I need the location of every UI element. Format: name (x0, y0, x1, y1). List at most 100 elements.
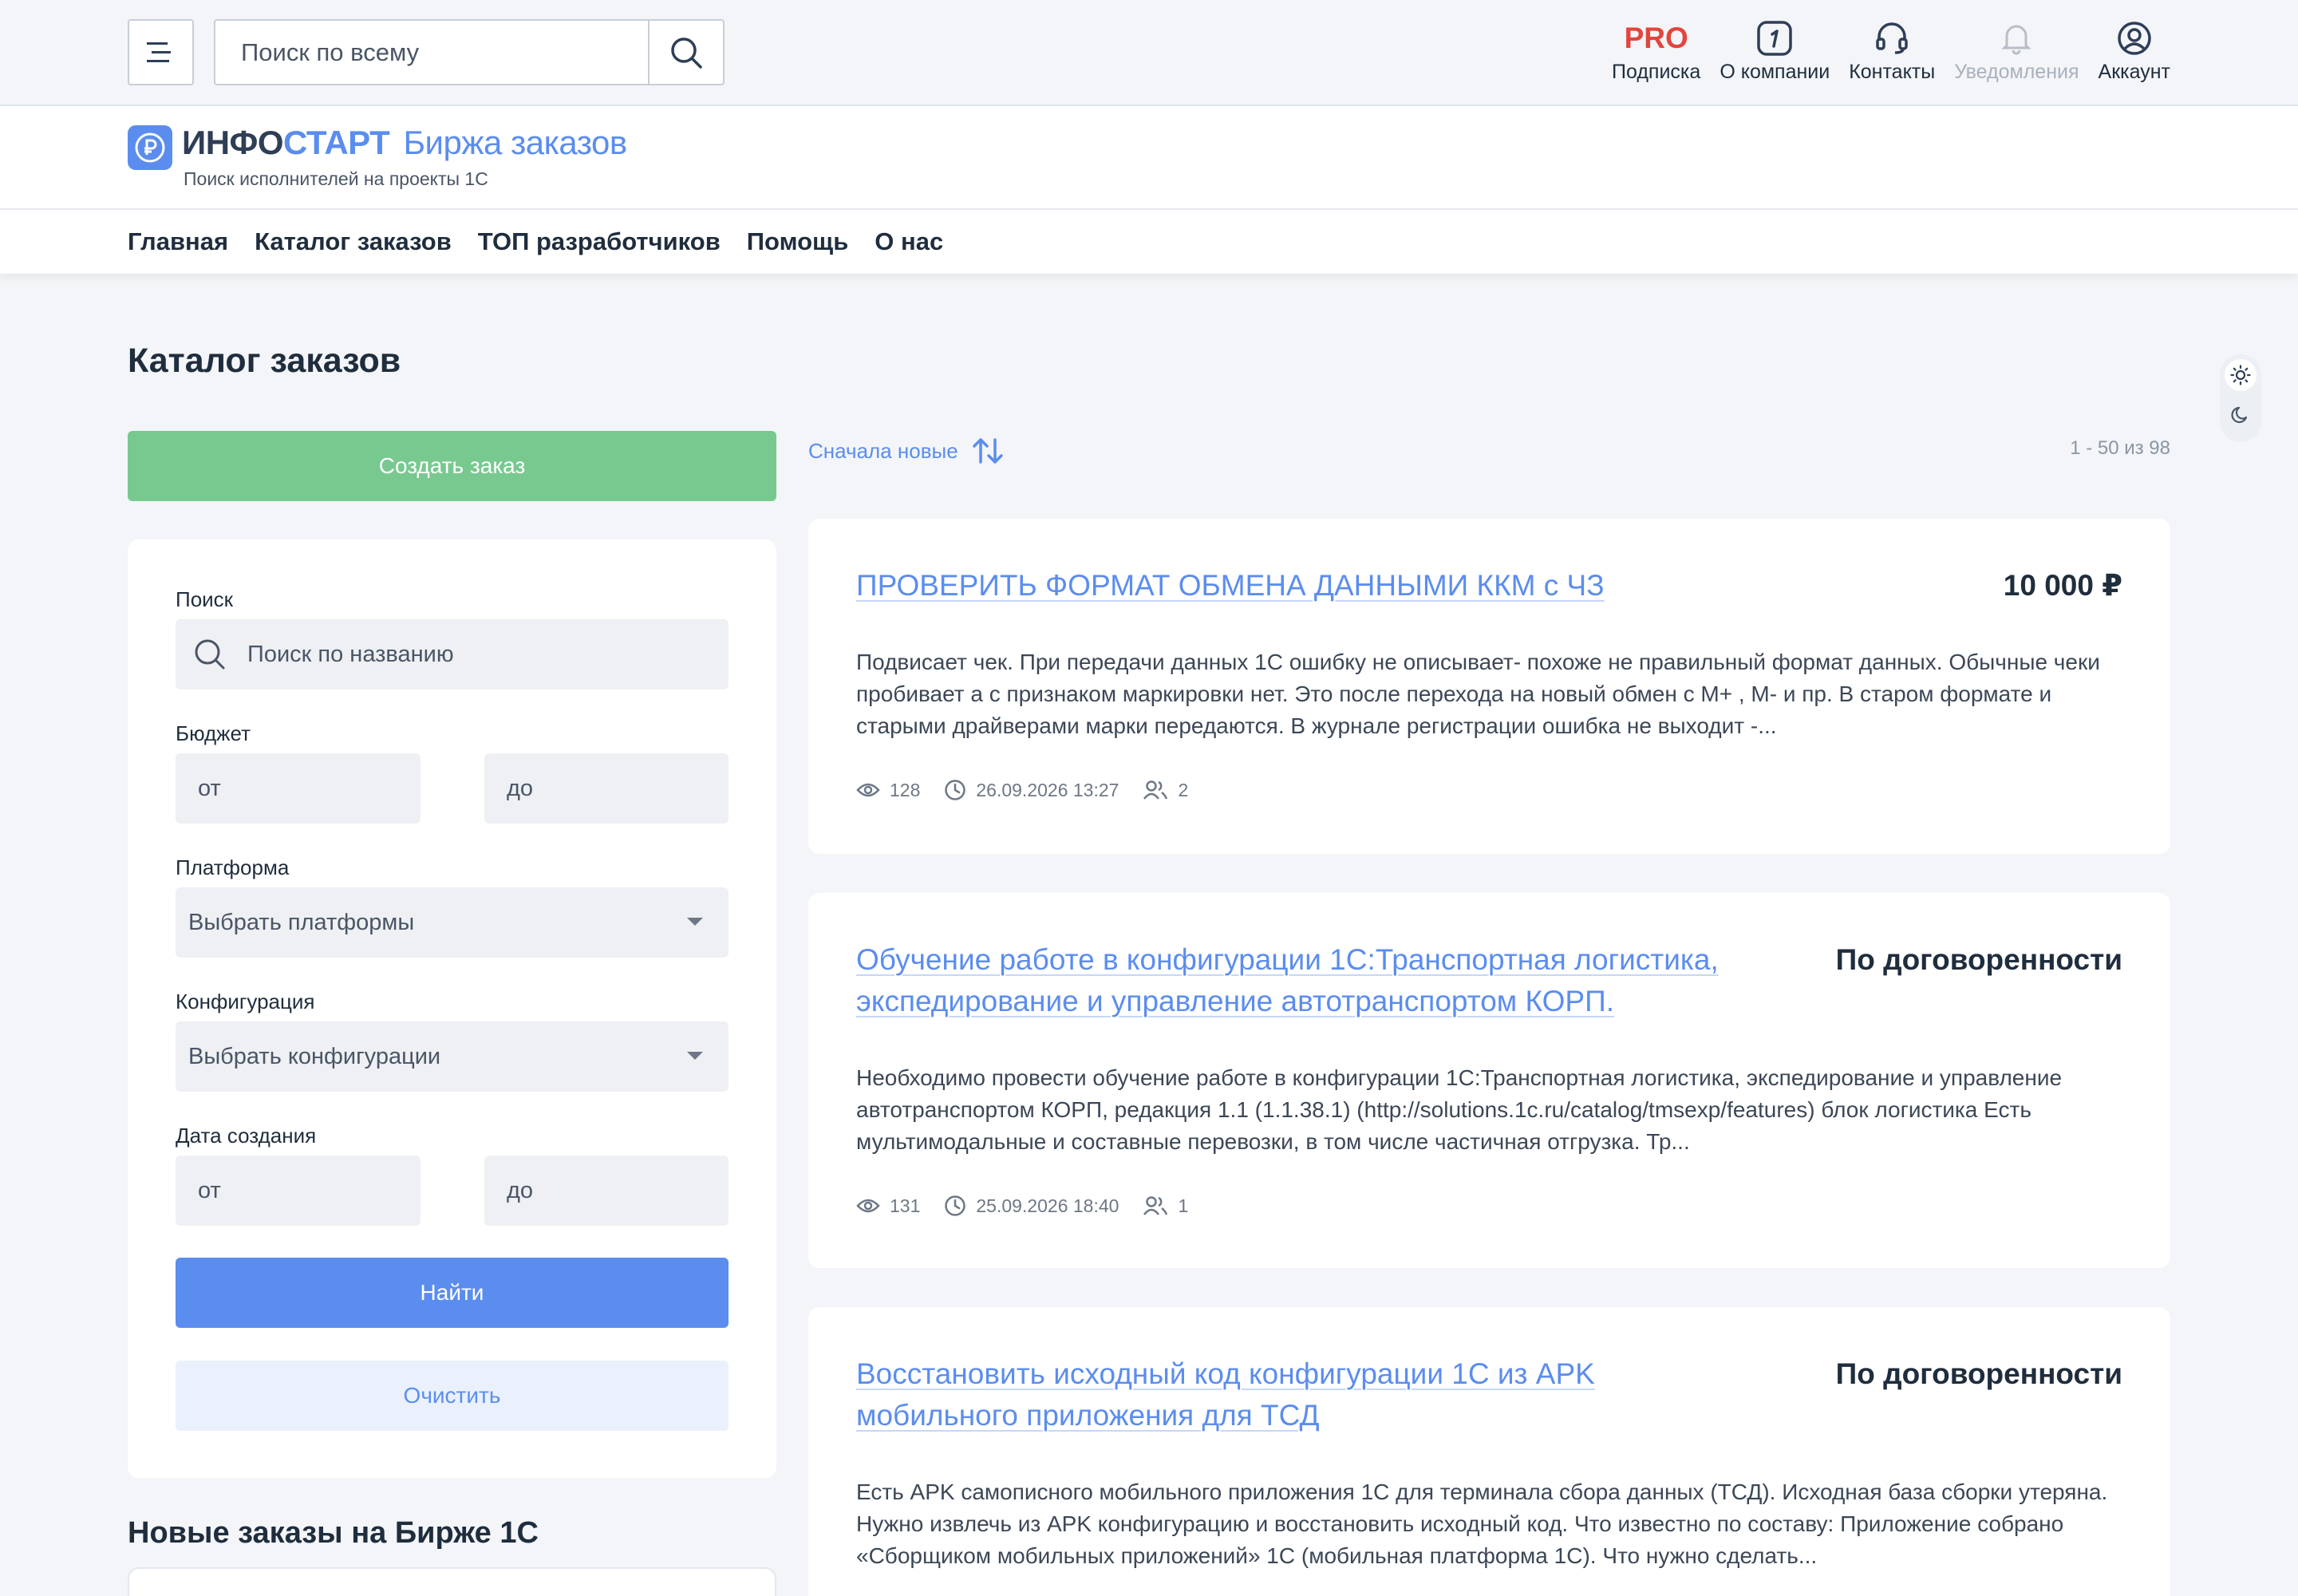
budget-to-input[interactable]: до (484, 753, 728, 824)
budget-from-placeholder: от (198, 775, 221, 801)
pro-label: PRO (1624, 22, 1688, 54)
theme-switch (2220, 354, 2261, 442)
main-nav-home[interactable]: Главная (128, 227, 228, 256)
users-icon (1143, 1196, 1168, 1215)
top-nav-company-label: О компании (1720, 61, 1830, 83)
global-search (214, 19, 725, 85)
new-orders-card (128, 1567, 776, 1596)
main-nav-top-developers[interactable]: ТОП разработчиков (478, 227, 721, 256)
filter-search-label: Поиск (176, 587, 234, 611)
responses-count: 2 (1143, 780, 1188, 801)
sun-icon (2230, 365, 2251, 385)
main-nav-catalog[interactable]: Каталог заказов (255, 227, 452, 256)
clear-button[interactable]: Очистить (176, 1361, 728, 1431)
main-nav-help[interactable]: Помощь (747, 227, 848, 256)
order-price: По договоренности (1835, 943, 2122, 976)
clock-icon (945, 780, 966, 800)
order-title-link[interactable]: Обучение работе в конфигурации 1С:Трансп… (856, 939, 1774, 1022)
top-nav-pro-label: Подписка (1612, 61, 1701, 83)
order-price: 10 000 ₽ (2003, 569, 2122, 602)
brand-name-part2: СТАРТ (283, 124, 390, 161)
main-nav-about[interactable]: О нас (875, 227, 943, 256)
budget-to-placeholder: до (507, 775, 534, 801)
filter-search-placeholder: Поиск по названию (247, 641, 454, 667)
top-nav-company[interactable]: О компании (1720, 18, 1830, 89)
order-card: ПРОВЕРИТЬ ФОРМАТ ОБМЕНА ДАННЫМИ ККМ с ЧЗ… (808, 519, 2170, 854)
views-count: 128 (856, 780, 920, 801)
main-nav: Главная Каталог заказов ТОП разработчико… (0, 210, 2298, 274)
top-nav-account-label: Аккаунт (2098, 61, 2170, 83)
brand-subtitle: Биржа заказов (403, 124, 627, 161)
views-count: 131 (856, 1195, 920, 1217)
headset-icon (1876, 22, 1908, 54)
sort-arrows-icon (972, 438, 1003, 464)
order-meta: 131 25.09.2026 18:40 1 (856, 1195, 1212, 1217)
top-nav-account[interactable]: Аккаунт (2099, 18, 2170, 89)
filter-search-field[interactable]: Поиск по названию (176, 619, 728, 689)
bell-icon (2001, 25, 2031, 55)
brand-name-part1: ИНФО (182, 124, 284, 161)
menu-button[interactable] (128, 19, 194, 85)
order-card: Восстановить исходный код конфигурации 1… (808, 1307, 2170, 1596)
filter-config-label: Конфигурация (176, 990, 315, 1013)
responses-value: 2 (1178, 779, 1189, 800)
eye-icon (856, 1199, 880, 1213)
find-button[interactable]: Найти (176, 1258, 728, 1328)
global-search-input[interactable] (215, 21, 650, 84)
date-from-placeholder: от (198, 1177, 221, 1203)
hamburger-icon (146, 41, 171, 62)
date-value: 26.09.2026 13:27 (976, 779, 1119, 800)
new-orders-title: Новые заказы на Бирже 1С (128, 1516, 539, 1550)
order-card: Обучение работе в конфигурации 1С:Трансп… (808, 893, 2170, 1268)
responses-value: 1 (1178, 1195, 1189, 1216)
platform-select-value: Выбрать платформы (188, 909, 415, 935)
infostart-badge-icon (1757, 21, 1793, 56)
top-bar: PRO Подписка О компании Контакты (0, 0, 2298, 106)
order-price: По договоренности (1835, 1357, 2122, 1390)
filter-date-label: Дата создания (176, 1124, 317, 1148)
order-description: Необходимо провести обучение работе в ко… (856, 1065, 2063, 1154)
views-value: 131 (890, 1195, 921, 1216)
top-nav-notifications-label: Уведомления (1954, 61, 2079, 83)
configuration-select-value: Выбрать конфигурации (188, 1043, 441, 1069)
order-title-link[interactable]: ПРОВЕРИТЬ ФОРМАТ ОБМЕНА ДАННЫМИ ККМ с ЧЗ (856, 565, 1774, 606)
filter-panel: Поиск Поиск по названию Бюджет от до Пла… (128, 539, 776, 1478)
top-nav-contacts[interactable]: Контакты (1849, 18, 1935, 89)
user-circle-icon (2118, 22, 2151, 55)
top-nav-contacts-label: Контакты (1849, 61, 1936, 83)
page-title: Каталог заказов (128, 342, 401, 380)
date-from-input[interactable]: от (176, 1156, 421, 1226)
top-nav: PRO Подписка О компании Контакты Уведомл… (1593, 18, 2170, 89)
budget-from-input[interactable]: от (176, 753, 421, 824)
sort-label: Сначала новые (808, 438, 958, 463)
infostart-logo-icon[interactable] (128, 125, 172, 170)
search-icon (671, 37, 702, 69)
top-nav-notifications[interactable]: Уведомления (1954, 18, 2079, 89)
users-icon (1143, 780, 1168, 800)
filter-budget-label: Бюджет (176, 721, 251, 745)
date-value: 25.09.2026 18:40 (976, 1195, 1119, 1216)
brand-bar: ИНФОСТАРТ Биржа заказов Поиск исполнител… (0, 106, 2298, 210)
clock-icon (945, 1195, 966, 1216)
light-theme-button[interactable] (2225, 359, 2257, 391)
order-date: 25.09.2026 18:40 (944, 1195, 1119, 1217)
filter-platform-label: Платформа (176, 855, 290, 879)
responses-count: 1 (1143, 1195, 1188, 1217)
moon-icon (2231, 406, 2248, 424)
global-search-button[interactable] (648, 21, 723, 84)
configuration-select[interactable]: Выбрать конфигурации (176, 1021, 728, 1092)
brand-name[interactable]: ИНФОСТАРТ Биржа заказов (182, 124, 627, 162)
order-title-link[interactable]: Восстановить исходный код конфигурации 1… (856, 1353, 1654, 1436)
brand-tagline: Поиск исполнителей на проекты 1С (184, 168, 488, 189)
top-nav-pro[interactable]: PRO Подписка (1612, 18, 1700, 89)
create-order-button[interactable]: Создать заказ (128, 431, 776, 501)
pager-info: 1 - 50 из 98 (2070, 437, 2170, 459)
dark-theme-button[interactable] (2225, 399, 2257, 431)
order-description: Подвисает чек. При передачи данных 1С ош… (856, 650, 2100, 738)
order-meta: 128 26.09.2026 13:27 2 (856, 779, 1212, 801)
sort-control[interactable]: Сначала новые (808, 431, 1005, 471)
platform-select[interactable]: Выбрать платформы (176, 887, 728, 958)
eye-icon (856, 783, 880, 797)
date-to-input[interactable]: до (484, 1156, 728, 1226)
date-to-placeholder: до (507, 1177, 534, 1203)
